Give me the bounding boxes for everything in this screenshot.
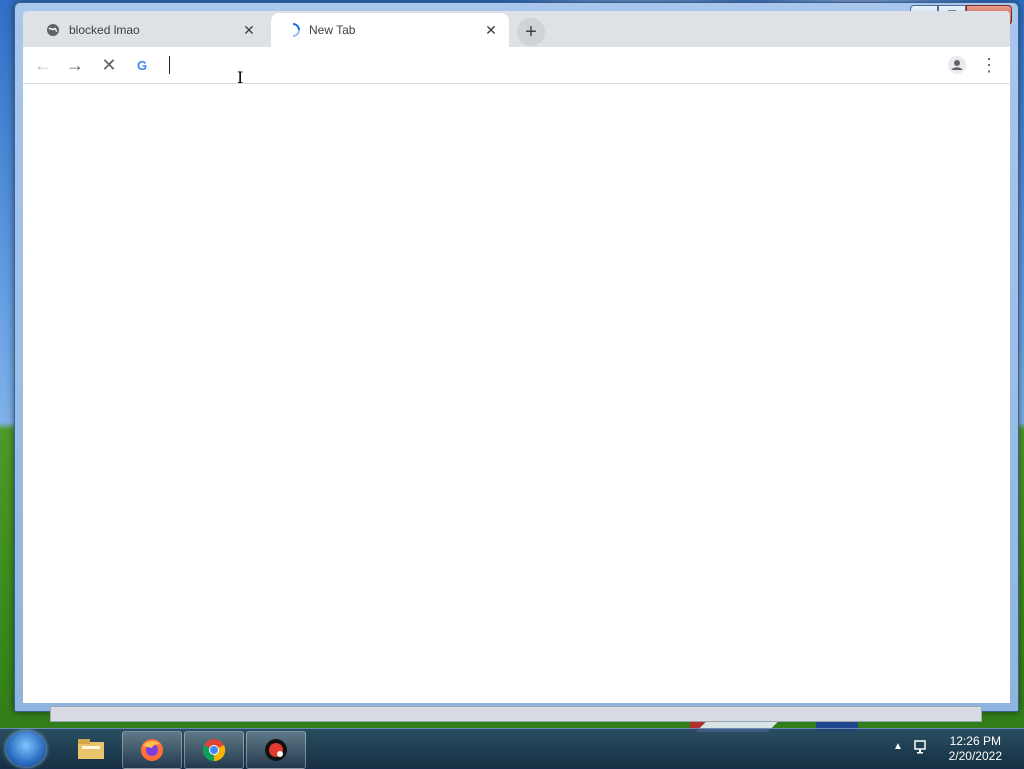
network-icon[interactable] xyxy=(913,738,931,756)
tab-label: New Tab xyxy=(309,23,356,37)
taskbar: ▲ 12:26 PM 2/20/2022 xyxy=(0,728,1024,769)
firefox-icon[interactable] xyxy=(122,731,182,769)
chrome-icon[interactable] xyxy=(184,731,244,769)
show-hidden-icons-icon[interactable]: ▲ xyxy=(893,741,903,752)
browser-toolbar: ← → ✕ G ⋮ xyxy=(23,47,1010,84)
file-explorer-icon[interactable] xyxy=(62,731,120,767)
app-icon[interactable] xyxy=(246,731,306,769)
start-button[interactable] xyxy=(6,731,46,767)
tab-close-icon[interactable]: ✕ xyxy=(483,22,499,38)
globe-icon xyxy=(45,22,61,38)
tab-label: blocked lmao xyxy=(69,23,140,37)
mouse-ibeam-cursor: I xyxy=(237,68,244,87)
google-icon: G xyxy=(136,57,148,73)
system-clock[interactable]: 12:26 PM 2/20/2022 xyxy=(949,734,1002,764)
horizontal-scrollbar[interactable] xyxy=(50,706,982,722)
tab-new-tab[interactable]: New Tab ✕ xyxy=(271,13,509,47)
profile-icon[interactable] xyxy=(945,53,969,77)
omnibox[interactable]: G xyxy=(133,51,933,79)
new-tab-button[interactable]: + xyxy=(517,18,545,46)
clock-date: 2/20/2022 xyxy=(948,749,1002,763)
address-input[interactable] xyxy=(170,56,874,74)
loading-spinner-icon xyxy=(285,22,301,38)
tab-strip: blocked lmao ✕ New Tab ✕ + xyxy=(23,11,1010,47)
tab-blocked[interactable]: blocked lmao ✕ xyxy=(31,13,267,47)
menu-button[interactable]: ⋮ xyxy=(977,53,1001,77)
clock-time: 12:26 PM xyxy=(949,734,1001,748)
page-content[interactable]: I xyxy=(23,68,1010,703)
browser-window: — ❐ ✕ blocked lmao ✕ New Tab ✕ + ← → ✕ G xyxy=(14,2,1019,712)
stop-button[interactable]: ✕ xyxy=(97,53,121,77)
back-button[interactable]: ← xyxy=(31,53,55,77)
tab-close-icon[interactable]: ✕ xyxy=(241,22,257,38)
forward-button[interactable]: → xyxy=(63,53,87,77)
